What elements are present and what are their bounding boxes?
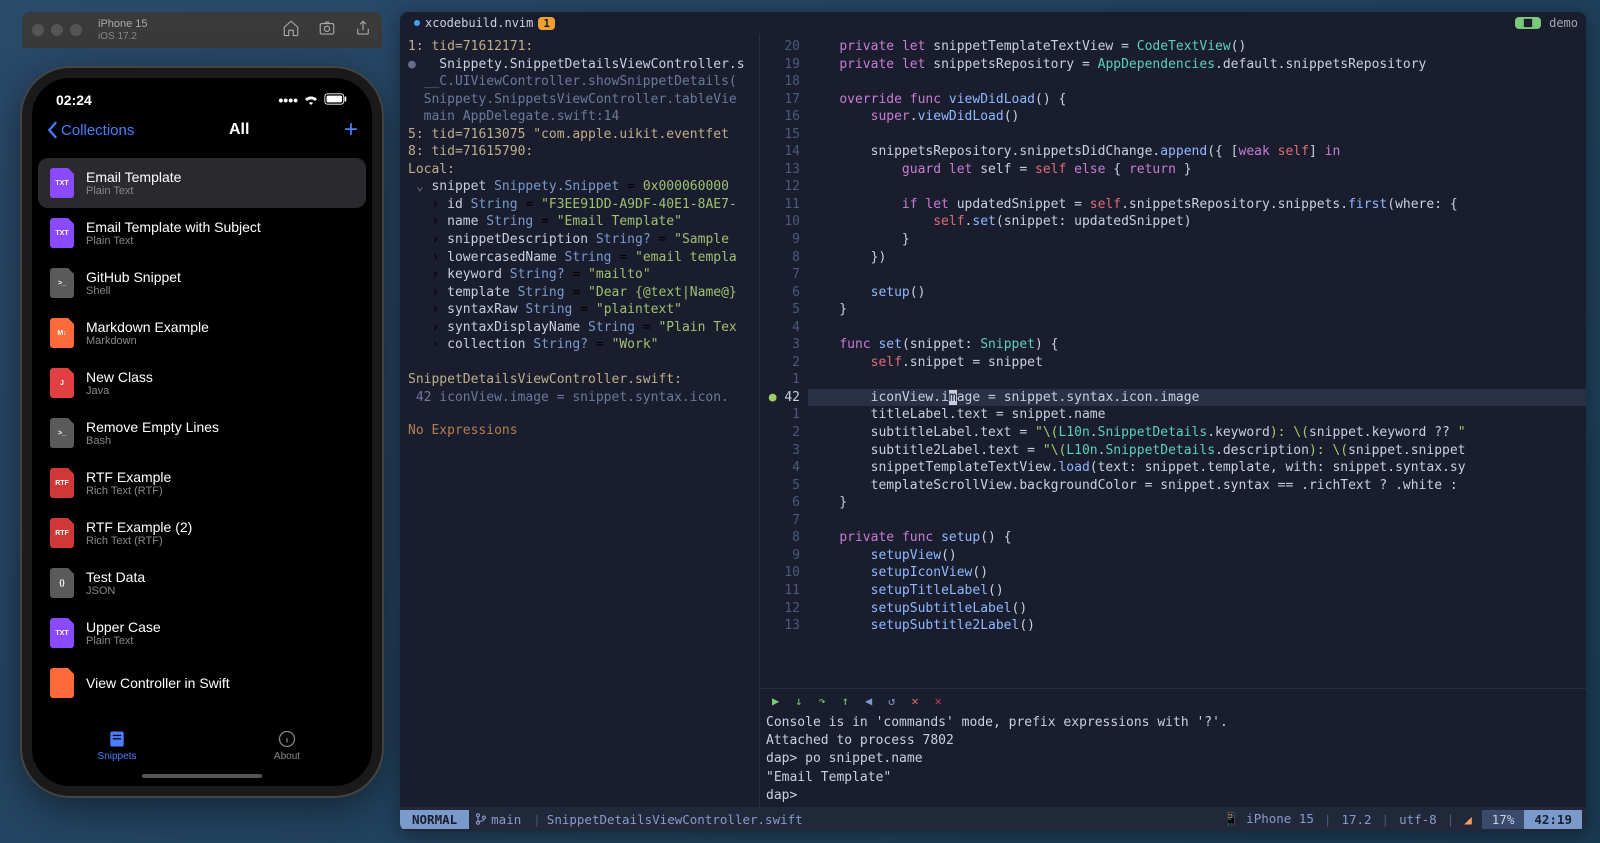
debug-control-icon[interactable]: ◀ xyxy=(865,693,872,710)
battery-icon xyxy=(324,92,348,108)
sim-device-name: iPhone 15 xyxy=(98,18,148,30)
file-icon: TXT xyxy=(50,218,74,248)
row-title: Email Template xyxy=(86,169,181,185)
file-icon: {} xyxy=(50,568,74,598)
home-indicator[interactable] xyxy=(142,774,262,778)
list-item[interactable]: View Controller in Swift xyxy=(38,658,366,708)
row-subtitle: Rich Text (RTF) xyxy=(86,485,171,497)
row-subtitle: Shell xyxy=(86,285,181,297)
line-gutter: 2019181716151413121110987654321● 4212345… xyxy=(760,34,808,688)
row-title: View Controller in Swift xyxy=(86,675,230,691)
row-title: RTF Example (2) xyxy=(86,519,192,535)
cellular-icon: •••• xyxy=(278,92,298,108)
code-content[interactable]: private let snippetTemplateTextView = Co… xyxy=(808,34,1586,688)
row-title: Markdown Example xyxy=(86,319,209,335)
file-icon: RTF xyxy=(50,518,74,548)
file-name: SnippetDetailsViewController.swift xyxy=(547,812,803,827)
list-item[interactable]: TXT Email TemplatePlain Text xyxy=(38,158,366,208)
debug-toolbar: ▶ ↓ ↷ ↑ ◀ ↺ ✕ ✕ xyxy=(766,691,1580,714)
row-subtitle: Markdown xyxy=(86,335,209,347)
diag-icon: ◢ xyxy=(1460,812,1476,827)
sim-os-version: iOS 17.2 xyxy=(98,31,148,42)
editor-window: xcodebuild.nvim 1 demo 1: tid=71612171: … xyxy=(400,12,1586,831)
device-indicator: 📱 iPhone 15 xyxy=(1219,811,1318,827)
debug-control-icon[interactable]: ↑ xyxy=(842,693,849,710)
row-subtitle: Bash xyxy=(86,435,219,447)
row-title: Email Template with Subject xyxy=(86,219,261,235)
tab-line: xcodebuild.nvim 1 demo xyxy=(400,12,1586,34)
debug-control-icon[interactable]: ↓ xyxy=(795,693,802,710)
debug-control-icon[interactable]: ✕ xyxy=(935,693,942,710)
debug-control-icon[interactable]: ✕ xyxy=(911,693,918,710)
list-item[interactable]: >_ Remove Empty LinesBash xyxy=(38,408,366,458)
nav-title: All xyxy=(229,121,249,139)
file-icon: RTF xyxy=(50,468,74,498)
snippet-list[interactable]: TXT Email TemplatePlain TextTXT Email Te… xyxy=(32,152,372,714)
list-item[interactable]: >_ GitHub SnippetShell xyxy=(38,258,366,308)
list-item[interactable]: TXT Upper CasePlain Text xyxy=(38,608,366,658)
tab-indicator xyxy=(414,20,420,26)
row-subtitle: Java xyxy=(86,385,153,397)
file-icon: >_ xyxy=(50,268,74,298)
tab-snippets[interactable]: Snippets xyxy=(32,729,202,762)
demo-indicator xyxy=(1515,17,1541,29)
dynamic-island xyxy=(147,88,257,116)
file-icon: >_ xyxy=(50,418,74,448)
row-subtitle: Plain Text xyxy=(86,185,181,197)
row-title: RTF Example xyxy=(86,469,171,485)
tab-badge: 1 xyxy=(538,17,555,30)
row-title: New Class xyxy=(86,369,153,385)
home-icon[interactable] xyxy=(282,19,300,41)
row-title: Test Data xyxy=(86,569,145,585)
screenshot-icon[interactable] xyxy=(318,19,336,41)
tab-about[interactable]: About xyxy=(202,729,372,762)
wifi-icon xyxy=(303,92,319,108)
file-icon: M↓ xyxy=(50,318,74,348)
debug-control-icon[interactable]: ↷ xyxy=(818,693,825,710)
row-title: Upper Case xyxy=(86,619,161,635)
device-frame: 02:24 •••• Collections All + TXT Email T… xyxy=(22,68,382,796)
add-button[interactable]: + xyxy=(344,116,358,144)
file-icon: J xyxy=(50,368,74,398)
status-line: NORMAL main | SnippetDetailsViewControll… xyxy=(400,807,1586,831)
editor-tab[interactable]: xcodebuild.nvim 1 xyxy=(408,14,561,32)
file-icon: TXT xyxy=(50,618,74,648)
debug-control-icon[interactable]: ▶ xyxy=(772,693,779,710)
row-title: Remove Empty Lines xyxy=(86,419,219,435)
list-item[interactable]: RTF RTF ExampleRich Text (RTF) xyxy=(38,458,366,508)
list-item[interactable]: J New ClassJava xyxy=(38,358,366,408)
cursor-pos: 42:19 xyxy=(1524,810,1582,829)
code-editor[interactable]: 2019181716151413121110987654321● 4212345… xyxy=(760,34,1586,688)
back-button[interactable]: Collections xyxy=(46,121,134,139)
row-subtitle: JSON xyxy=(86,585,145,597)
simulator-window: iPhone 15 iOS 17.2 02:24 •••• xyxy=(22,12,382,796)
file-icon xyxy=(50,668,74,698)
file-icon: TXT xyxy=(50,168,74,198)
debug-variables-pane[interactable]: 1: tid=71612171: ● Snippety.SnippetDetai… xyxy=(400,34,760,807)
clock: 02:24 xyxy=(56,92,92,108)
traffic-lights[interactable] xyxy=(32,24,82,36)
os-indicator: 17.2 xyxy=(1337,812,1375,827)
list-item[interactable]: {} Test DataJSON xyxy=(38,558,366,608)
debug-console[interactable]: ▶↓↷↑◀↺✕✕ Console is in 'commands' mode, … xyxy=(760,688,1586,807)
simulator-titlebar: iPhone 15 iOS 17.2 xyxy=(22,12,382,48)
debug-control-icon[interactable]: ↺ xyxy=(888,693,895,710)
share-icon[interactable] xyxy=(354,19,372,41)
no-expressions: No Expressions xyxy=(408,422,751,440)
list-item[interactable]: RTF RTF Example (2)Rich Text (RTF) xyxy=(38,508,366,558)
git-branch: main xyxy=(469,812,527,827)
row-subtitle: Plain Text xyxy=(86,235,261,247)
encoding: utf-8 xyxy=(1395,812,1441,827)
row-title: GitHub Snippet xyxy=(86,269,181,285)
vim-mode: NORMAL xyxy=(400,810,469,829)
list-item[interactable]: TXT Email Template with SubjectPlain Tex… xyxy=(38,208,366,258)
row-subtitle: Plain Text xyxy=(86,635,161,647)
scroll-percent: 17% xyxy=(1482,810,1525,829)
row-subtitle: Rich Text (RTF) xyxy=(86,535,192,547)
list-item[interactable]: M↓ Markdown ExampleMarkdown xyxy=(38,308,366,358)
